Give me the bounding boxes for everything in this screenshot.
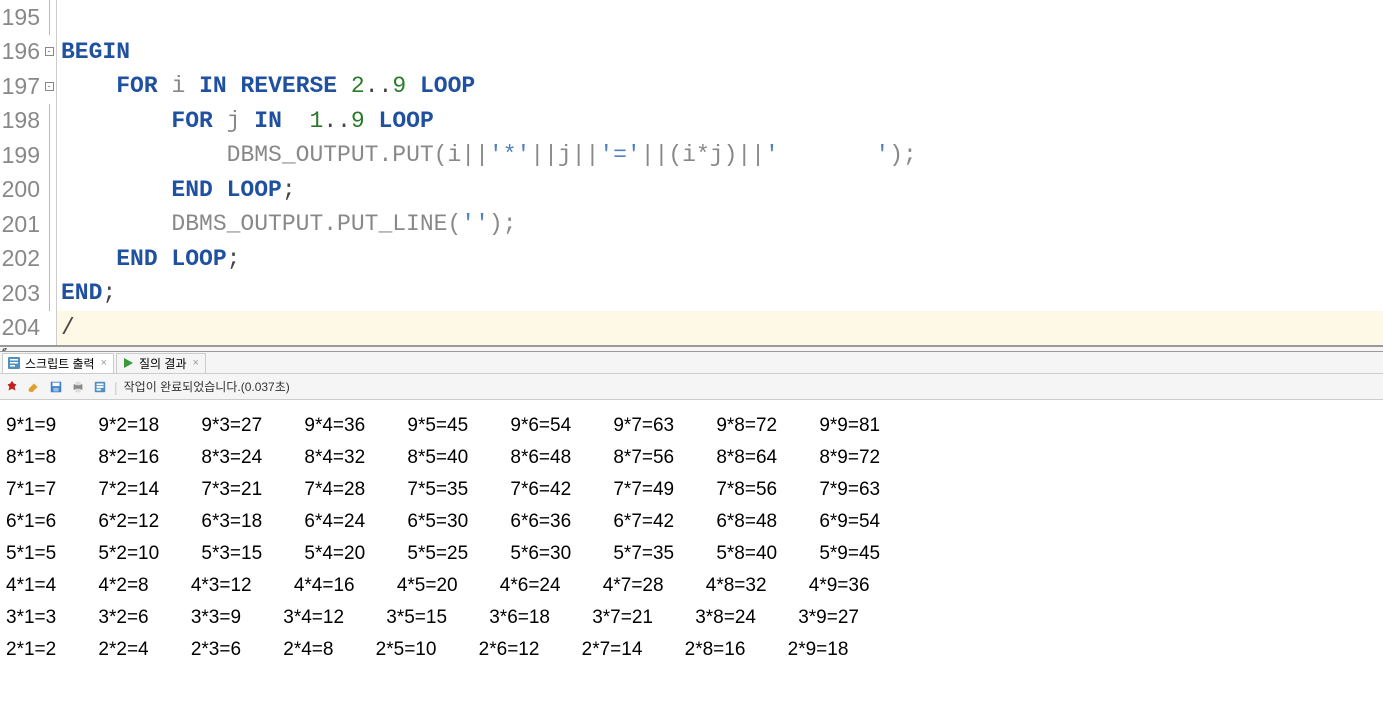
fold-marker[interactable]: -: [42, 35, 56, 70]
line-number: 199: [0, 142, 42, 169]
code-line[interactable]: END LOOP;: [57, 242, 1383, 277]
script-output[interactable]: 9*1=9 9*2=18 9*3=27 9*4=36 9*5=45 9*6=54…: [0, 400, 1383, 676]
fold-marker: [42, 173, 56, 208]
line-number: 203: [0, 280, 42, 307]
line-number-gutter: 195196-197-198199200201202203204: [0, 0, 57, 345]
code-line[interactable]: BEGIN: [57, 35, 1383, 70]
status-text: 작업이 완료되었습니다.(0.037초): [124, 378, 290, 395]
code-editor[interactable]: 195196-197-198199200201202203204 BEGIN F…: [0, 0, 1383, 346]
fold-marker: [42, 138, 56, 173]
code-line[interactable]: FOR i IN REVERSE 2..9 LOOP: [57, 69, 1383, 104]
tab-script-output[interactable]: 스크립트 출력 ×: [2, 353, 114, 373]
line-number: 197: [0, 73, 42, 100]
eraser-icon[interactable]: [26, 379, 42, 395]
code-line[interactable]: END LOOP;: [57, 173, 1383, 208]
fold-marker: [42, 242, 56, 277]
fold-marker: [42, 311, 56, 346]
code-line[interactable]: /: [57, 311, 1383, 346]
close-icon[interactable]: ×: [99, 357, 109, 369]
fold-marker: [42, 276, 56, 311]
output-toolbar: | 작업이 완료되었습니다.(0.037초): [0, 374, 1383, 400]
script-icon: [7, 356, 21, 370]
line-number: 204: [0, 314, 42, 341]
play-icon: [121, 356, 135, 370]
line-number: 198: [0, 107, 42, 134]
line-number: 202: [0, 245, 42, 272]
tab-label: 질의 결과: [139, 355, 187, 372]
code-line[interactable]: DBMS_OUTPUT.PUT(i||'*'||j||'='||(i*j)||'…: [57, 138, 1383, 173]
sql-icon[interactable]: [92, 379, 108, 395]
fold-marker[interactable]: -: [42, 69, 56, 104]
code-line[interactable]: END;: [57, 276, 1383, 311]
save-icon[interactable]: [48, 379, 64, 395]
print-icon[interactable]: [70, 379, 86, 395]
code-line[interactable]: FOR j IN 1..9 LOOP: [57, 104, 1383, 139]
output-tabs-bar: 스크립트 출력 × 질의 결과 ×: [0, 352, 1383, 374]
fold-marker: [42, 207, 56, 242]
fold-marker: [42, 104, 56, 139]
tab-label: 스크립트 출력: [25, 355, 95, 372]
line-number: 196: [0, 38, 42, 65]
code-area[interactable]: BEGIN FOR i IN REVERSE 2..9 LOOP FOR j I…: [57, 0, 1383, 345]
tab-query-result[interactable]: 질의 결과 ×: [116, 353, 206, 373]
line-number: 201: [0, 211, 42, 238]
fold-marker: [42, 0, 56, 35]
pin-icon[interactable]: [4, 379, 20, 395]
line-number: 195: [0, 4, 42, 31]
close-icon[interactable]: ×: [191, 357, 201, 369]
toolbar-separator: |: [114, 379, 118, 395]
line-number: 200: [0, 176, 42, 203]
code-line[interactable]: DBMS_OUTPUT.PUT_LINE('');: [57, 207, 1383, 242]
code-line[interactable]: [57, 0, 1383, 35]
